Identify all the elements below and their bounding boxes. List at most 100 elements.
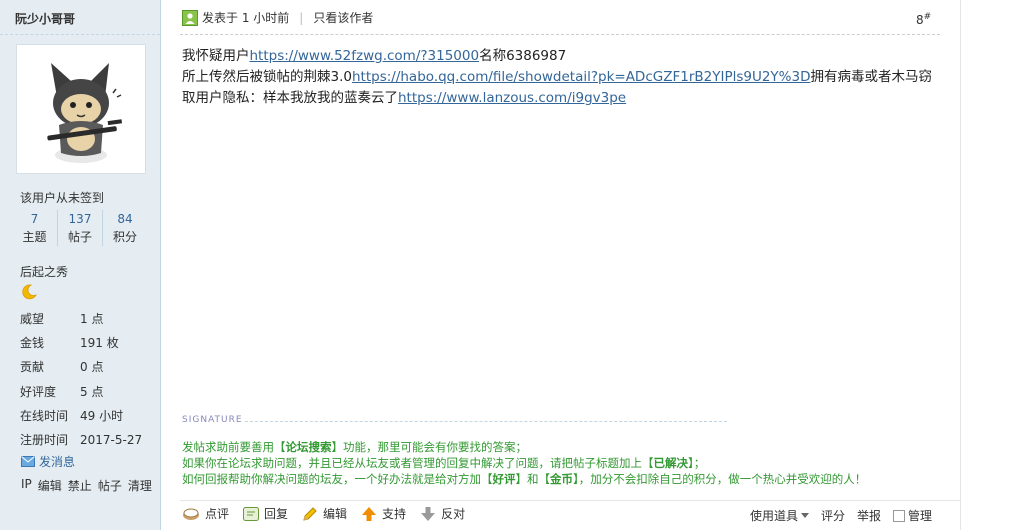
signature: 发帖求助前要善用【论坛搜索】功能，那里可能会有你要找的答案； 如果你在论坛求助问… — [182, 439, 866, 487]
signature-text: 】，加分不会扣除自己的积分，做一个热心并受欢迎的人！ — [573, 472, 867, 486]
stat-label: 帖子 — [67, 230, 92, 244]
comment-button[interactable]: 点评 — [182, 505, 229, 522]
post-content: 我怀疑用户https://www.52fzwg.com/?315000名称638… — [182, 46, 942, 109]
signature-text: 如果你在论坛求助问题，并且已经从坛友或者管理的回复中解决了问题，请把帖子标题加上… — [182, 456, 654, 470]
info-row-prestige: 威望 1 点 — [20, 306, 160, 330]
comment-label: 点评 — [205, 507, 230, 521]
post-tools: 使用道具 评分 举报 管理 — [750, 507, 932, 524]
floor-number[interactable]: 8# — [916, 12, 931, 27]
reply-button[interactable]: 回复 — [243, 505, 288, 522]
divider — [0, 34, 160, 35]
info-value: 191 枚 — [80, 335, 119, 350]
info-value: 2017-5-27 — [80, 432, 143, 447]
content-link[interactable]: https://www.52fzwg.com/?315000 — [250, 48, 480, 64]
use-tools-label: 使用道具 — [750, 509, 799, 523]
post-time: 发表于 1 小时前 — [202, 11, 290, 25]
user-name[interactable]: 阮少小哥哥 — [15, 10, 75, 27]
divider — [245, 421, 727, 422]
user-info-list: 威望 1 点 金钱 191 枚 贡献 0 点 好评度 5 点 在线时间 49 小… — [20, 306, 160, 452]
content-text: 所上传然后被锁帖的荆棘3.0 — [182, 69, 352, 85]
manage-label: 管理 — [908, 509, 933, 523]
rate-link[interactable]: 评分 — [821, 507, 845, 524]
info-key: 贡献 — [20, 360, 45, 375]
content-text: 名称6386987 — [479, 48, 567, 64]
reply-label: 回复 — [264, 507, 289, 521]
user-stats: 7 主题 137 帖子 84 积分 — [12, 210, 152, 246]
info-key: 好评度 — [20, 384, 57, 399]
stat-posts[interactable]: 137 帖子 — [57, 210, 102, 246]
send-message-label: 发消息 — [39, 455, 76, 469]
info-value: 5 点 — [80, 384, 104, 399]
edit-button[interactable]: 编辑 — [302, 505, 347, 522]
info-row-rating: 好评度 5 点 — [20, 379, 160, 403]
arrow-up-icon — [362, 506, 377, 521]
floor-mark: # — [923, 12, 932, 22]
stat-value: 7 — [30, 212, 39, 226]
send-message-link[interactable]: 发消息 — [21, 453, 75, 470]
post-header: 发表于 1 小时前 | 只看该作者 — [182, 9, 373, 26]
user-rank[interactable]: 后起之秀 — [20, 263, 68, 280]
post-actions: 点评 回复 编辑 支持 反对 — [182, 505, 465, 522]
admin-links: IP 编辑 禁止 帖子 清理 — [21, 477, 152, 494]
comment-icon — [183, 508, 199, 520]
signature-line: 如果你在论坛求助问题，并且已经从坛友或者管理的回复中解决了问题，请把帖子标题加上… — [182, 455, 866, 471]
admin-posts-link[interactable]: 帖子 — [98, 477, 122, 494]
info-row-contribution: 贡献 0 点 — [20, 355, 160, 379]
info-row-online-time: 在线时间 49 小时 — [20, 403, 160, 427]
floor-value: 8 — [916, 13, 924, 27]
report-link[interactable]: 举报 — [857, 507, 881, 524]
divider: | — [299, 10, 304, 25]
content-link[interactable]: https://www.lanzous.com/i9gv3pe — [398, 90, 626, 106]
crescent-moon-icon — [22, 284, 37, 300]
signature-bold: 金币 — [550, 472, 573, 486]
reply-icon — [243, 506, 260, 521]
oppose-button[interactable]: 反对 — [420, 505, 465, 522]
signature-line: 发帖求助前要善用【论坛搜索】功能，那里可能会有你要找的答案； — [182, 439, 866, 455]
info-row-register-date: 注册时间 2017-5-27 — [20, 427, 160, 451]
online-status-icon — [182, 9, 198, 26]
signature-text: 发帖求助前要善用【 — [182, 440, 286, 454]
divider — [180, 34, 940, 35]
admin-clean-link[interactable]: 清理 — [128, 477, 152, 494]
divider — [180, 500, 960, 501]
signature-bold: 已解决 — [653, 456, 689, 470]
checkbox-icon — [893, 509, 906, 522]
signature-line: 如何回报帮助你解决问题的坛友，一个好办法就是给对方加【好评】和【金币】，加分不会… — [182, 471, 866, 487]
content-text: 我怀疑用户 — [182, 48, 250, 64]
admin-ip-link[interactable]: IP — [21, 477, 32, 494]
author-only-link[interactable]: 只看该作者 — [313, 9, 373, 26]
admin-ban-link[interactable]: 禁止 — [68, 477, 92, 494]
support-label: 支持 — [382, 507, 407, 521]
admin-edit-link[interactable]: 编辑 — [38, 477, 62, 494]
avatar[interactable] — [16, 44, 146, 174]
info-key: 注册时间 — [20, 433, 69, 448]
content-link[interactable]: https://habo.qq.com/file/showdetail?pk=A… — [352, 69, 811, 85]
signature-text: 】和【 — [515, 472, 551, 486]
stat-points[interactable]: 84 积分 — [102, 210, 147, 246]
oppose-label: 反对 — [441, 507, 466, 521]
edit-label: 编辑 — [323, 507, 348, 521]
info-key: 在线时间 — [20, 408, 69, 423]
info-value: 1 点 — [80, 311, 104, 326]
envelope-icon — [21, 456, 35, 467]
pencil-icon — [303, 506, 317, 521]
info-value: 49 小时 — [80, 408, 124, 423]
stat-value: 137 — [68, 212, 92, 226]
signin-status: 该用户从未签到 — [20, 191, 105, 205]
signature-text: 】功能，那里可能会有你要找的答案； — [331, 440, 528, 454]
use-tools-dropdown[interactable]: 使用道具 — [750, 507, 810, 524]
support-button[interactable]: 支持 — [361, 505, 406, 522]
stat-value: 84 — [117, 212, 133, 226]
content-border — [960, 0, 961, 530]
signature-bold: 好评 — [492, 472, 516, 486]
stat-label: 积分 — [112, 230, 137, 244]
chevron-down-icon — [801, 513, 810, 518]
stat-threads[interactable]: 7 主题 — [12, 210, 57, 246]
stat-label: 主题 — [22, 230, 47, 244]
manage-dropdown[interactable]: 管理 — [893, 507, 932, 524]
signature-text: 】； — [688, 456, 706, 470]
cat-avatar-image — [47, 63, 123, 163]
user-profile-sidebar: 阮少小哥哥 该用户从未签到 7 主题 137 帖子 84 积分 后起之秀 威望 … — [0, 0, 161, 530]
info-value: 0 点 — [80, 360, 104, 375]
arrow-down-icon — [421, 506, 436, 521]
